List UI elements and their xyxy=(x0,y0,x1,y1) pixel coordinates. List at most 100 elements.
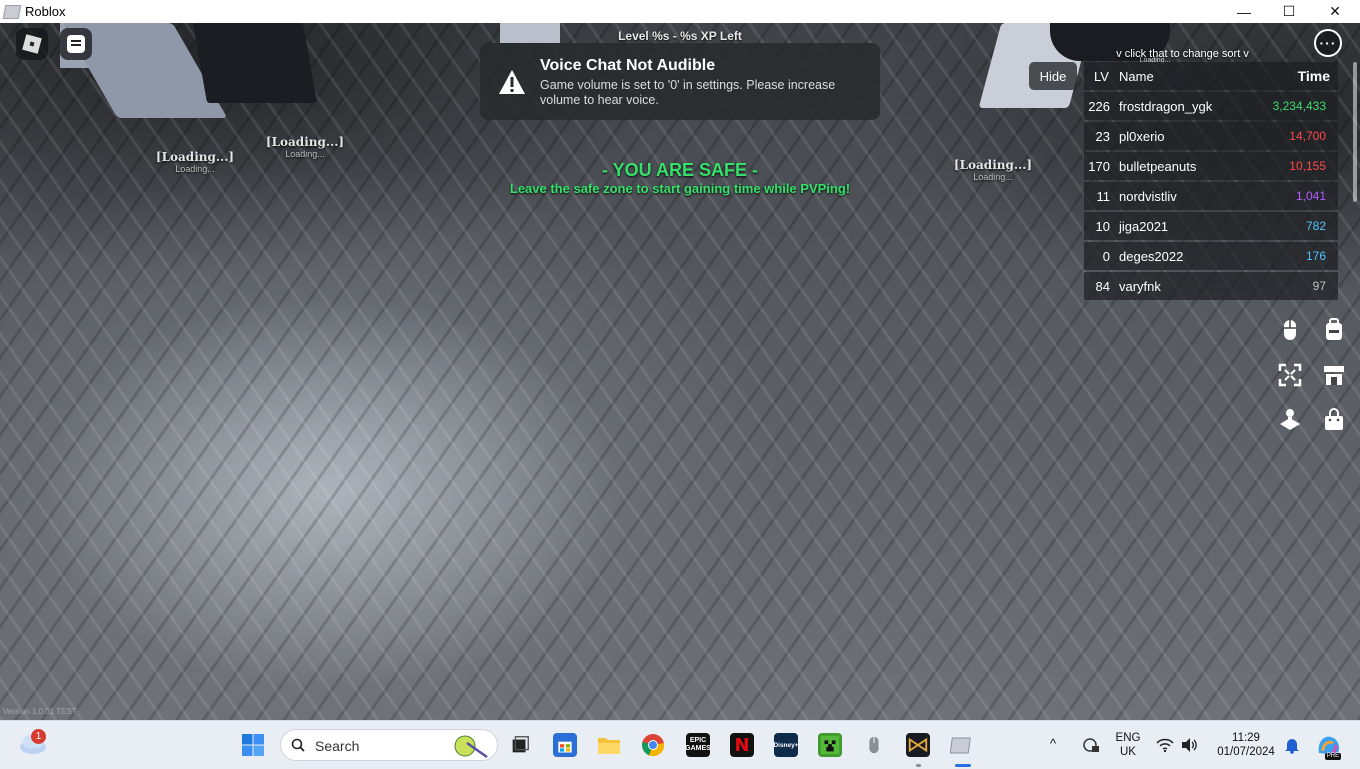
safe-zone-title: - YOU ARE SAFE - xyxy=(601,160,758,180)
toast-body: Game volume is set to '0' in settings. P… xyxy=(540,78,836,107)
microsoft-store-button[interactable] xyxy=(553,733,577,757)
backpack-icon xyxy=(1326,318,1342,340)
safe-zone-subtitle: Leave the safe zone to start gaining tim… xyxy=(509,181,851,196)
version-text: Version 1.0.01 TEST xyxy=(3,707,77,716)
header-lv[interactable]: LV xyxy=(1094,69,1109,84)
roblox-icon xyxy=(950,737,971,754)
show-hidden-icons-button[interactable]: ^ xyxy=(1050,737,1056,751)
row-level: 226 xyxy=(1088,99,1110,114)
row-player-name: frostdragon_ygk xyxy=(1119,99,1213,114)
region-code: UK xyxy=(1120,746,1136,758)
shop-icon xyxy=(1324,366,1344,385)
nametag-name: [Loading...] xyxy=(953,158,1033,172)
clock-time: 11:29 xyxy=(1232,732,1260,744)
leaderboard-row[interactable]: 0 deges2022 176 xyxy=(1084,242,1338,270)
leaderboard-row[interactable]: 84 varyfnk 97 xyxy=(1084,272,1338,300)
level-progress-text: Level %s - %s XP Left xyxy=(618,29,742,43)
volume-icon[interactable] xyxy=(1181,737,1199,753)
epic-games-button[interactable]: EPIC GAMES xyxy=(685,733,711,757)
nametag-name: [Loading...] xyxy=(265,135,345,149)
clock[interactable]: 11:29 01/07/2024 xyxy=(1210,731,1282,759)
copilot-preview-badge: PRE xyxy=(1325,753,1341,760)
player-nametag: [Loading...] Loading... xyxy=(938,158,1048,182)
voice-chat-toast: Voice Chat Not Audible Game volume is se… xyxy=(480,43,880,120)
leaderboard-row[interactable]: 226 frostdragon_ygk 3,234,433 xyxy=(1084,92,1338,120)
row-player-name: pl0xerio xyxy=(1119,129,1165,144)
minecraft-button[interactable] xyxy=(818,733,842,757)
file-explorer-button[interactable] xyxy=(597,733,621,757)
shop-button[interactable] xyxy=(1316,357,1352,393)
chat-button[interactable] xyxy=(60,28,92,60)
task-view-button[interactable] xyxy=(508,733,532,757)
taskbar-search-box[interactable]: Search xyxy=(280,729,498,761)
minimize-button[interactable]: — xyxy=(1221,0,1267,23)
start-button[interactable] xyxy=(241,733,265,757)
row-player-name: varyfnk xyxy=(1119,279,1161,294)
roblox-menu-button[interactable] xyxy=(16,28,48,60)
notification-badge: 1 xyxy=(31,729,46,744)
input-language[interactable]: ENG UK xyxy=(1110,731,1146,759)
row-time: 14,700 xyxy=(1289,129,1326,143)
row-player-name: nordvistliv xyxy=(1119,189,1177,204)
roblox-logo-icon xyxy=(22,34,42,54)
tft-icon xyxy=(908,737,928,753)
leaderboard-scrollbar[interactable] xyxy=(1353,62,1357,202)
mouse-app-button[interactable] xyxy=(862,733,886,757)
emote-button[interactable] xyxy=(1272,402,1308,438)
active-app-indicator xyxy=(955,764,971,767)
bag-icon xyxy=(1325,408,1343,430)
header-name[interactable]: Name xyxy=(1119,69,1154,84)
row-time: 176 xyxy=(1305,249,1326,263)
window-title-bar: Roblox — ☐ ✕ xyxy=(0,0,1360,23)
nametag-name: [Loading...] xyxy=(155,150,235,164)
player-avatar-part xyxy=(192,23,318,103)
bag-button[interactable] xyxy=(1316,402,1352,438)
player-avatar-part xyxy=(500,23,560,43)
fullscreen-icon xyxy=(1278,363,1302,387)
nametag-sub: Loading... xyxy=(175,164,215,174)
nametag-sub: Loading... xyxy=(285,149,325,159)
toast-title: Voice Chat Not Audible xyxy=(540,57,716,74)
fullscreen-button[interactable] xyxy=(1272,357,1308,393)
close-button[interactable]: ✕ xyxy=(1312,0,1358,23)
row-level: 11 xyxy=(1096,189,1111,204)
player-nametag: [Loading...] Loading... xyxy=(140,150,250,174)
hide-leaderboard-button[interactable]: Hide xyxy=(1029,62,1077,90)
row-level: 84 xyxy=(1095,279,1110,294)
search-placeholder: Search xyxy=(315,738,360,754)
tft-button[interactable] xyxy=(906,733,930,757)
network-sync-icon[interactable] xyxy=(1082,737,1100,753)
player-nametag: [Loading...] Loading... xyxy=(250,135,360,159)
wifi-icon[interactable] xyxy=(1156,737,1174,753)
more-options-button[interactable]: ··· xyxy=(1314,29,1342,57)
mouse-lock-button[interactable] xyxy=(1272,312,1308,348)
row-time: 97 xyxy=(1312,279,1326,293)
leaderboard-row[interactable]: 23 pl0xerio 14,700 xyxy=(1084,122,1338,150)
leaderboard-row[interactable]: 170 bulletpeanuts 10,155 xyxy=(1084,152,1338,180)
leaderboard-row[interactable]: 11 nordvistliv 1,041 xyxy=(1084,182,1338,210)
roblox-app-icon xyxy=(2,4,22,19)
leaderboard-row[interactable]: 10 jiga2021 782 xyxy=(1084,212,1338,240)
sort-hint-text: v click that to change sort v xyxy=(1116,48,1249,60)
windows-taskbar: 1 Search EPIC GAMES N Disney+ ^ ENG UK 1… xyxy=(0,720,1360,769)
row-level: 10 xyxy=(1095,219,1110,234)
microsoft-store-icon xyxy=(558,741,572,753)
mouse-app-icon xyxy=(869,736,879,754)
roblox-taskbar-button[interactable] xyxy=(950,733,974,757)
leaderboard-header[interactable]: LV Name Time xyxy=(1084,62,1338,90)
emote-icon xyxy=(1280,409,1300,430)
notification-bell-icon[interactable] xyxy=(1284,737,1300,754)
search-icon xyxy=(291,738,305,752)
netflix-button[interactable]: N xyxy=(730,733,754,757)
disney-plus-button[interactable]: Disney+ xyxy=(773,733,799,757)
chrome-button[interactable] xyxy=(641,733,665,757)
row-time: 10,155 xyxy=(1289,159,1326,173)
chat-icon xyxy=(67,35,85,53)
backpack-button[interactable] xyxy=(1316,312,1352,348)
nametag-sub: Loading... xyxy=(973,172,1013,182)
header-time[interactable]: Time xyxy=(1298,68,1330,84)
maximize-button[interactable]: ☐ xyxy=(1266,0,1312,23)
language-code: ENG xyxy=(1115,732,1141,744)
row-time: 1,041 xyxy=(1295,189,1326,203)
chrome-icon xyxy=(642,734,665,756)
